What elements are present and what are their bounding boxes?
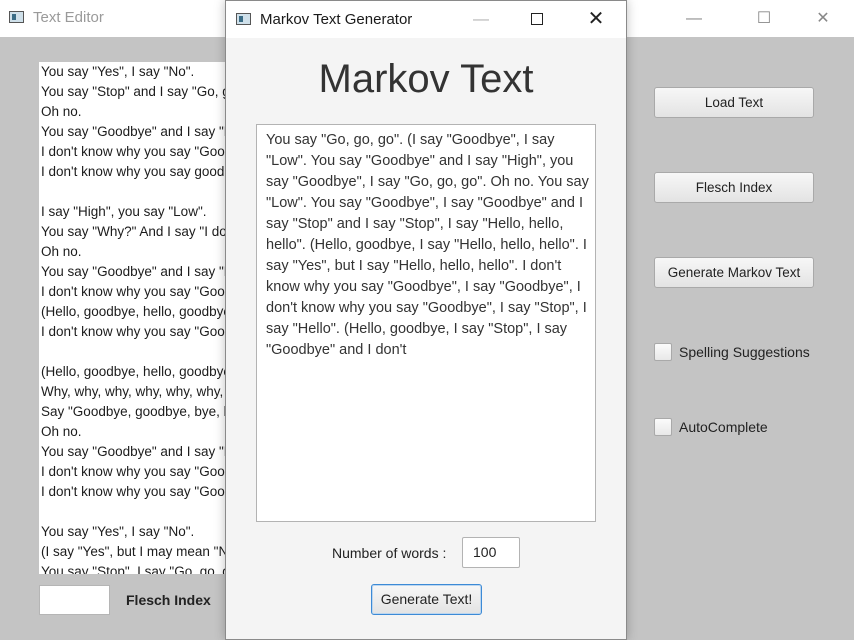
flesch-index-button[interactable]: Flesch Index: [654, 172, 814, 203]
document-line: (Hello, goodbye, hello, goodbye, hello): [41, 364, 239, 379]
generate-markov-button[interactable]: Generate Markov Text: [654, 257, 814, 288]
document-line: Oh no.: [41, 104, 82, 119]
spelling-checkbox-label: Spelling Suggestions: [679, 344, 810, 360]
app-icon: [9, 11, 24, 23]
dialog-app-icon: [236, 13, 251, 25]
autocomplete-checkbox-label: AutoComplete: [679, 419, 768, 435]
document-line: Why, why, why, why, why, why, do you say…: [41, 384, 239, 399]
dialog-heading: Markov Text: [318, 57, 534, 101]
document-line: You say "Yes", I say "No".: [41, 64, 195, 79]
document-line: (I say "Yes", but I may mean "No"): [41, 544, 239, 559]
dialog-maximize-button[interactable]: [514, 1, 560, 38]
document-line: You say "Goodbye" and I say "Hello, hell…: [41, 264, 239, 279]
document-line: You say "Goodbye" and I say "Hello, hell…: [41, 124, 239, 139]
word-count-input[interactable]: 100: [462, 537, 520, 568]
document-line: I don't know why you say goodbye, I say …: [41, 164, 239, 179]
document-line: Say "Goodbye, goodbye, bye, bye".: [41, 404, 239, 419]
flesch-score-field[interactable]: [39, 585, 110, 615]
flesch-score-label: Flesch Index: [126, 592, 211, 608]
generated-text: You say "Go, go, go". (I say "Goodbye", …: [266, 132, 589, 358]
document-line: You say "Yes", I say "No".: [41, 524, 195, 539]
document-line: I don't know why you say "Goodbye", I sa…: [41, 144, 239, 159]
markov-dialog: Markov Text Generator — ✕ Markov Text Yo…: [225, 0, 627, 640]
word-count-label: Number of words :: [332, 545, 447, 561]
maximize-icon: [531, 13, 543, 25]
main-minimize-button[interactable]: —: [671, 0, 717, 37]
dialog-titlebar: Markov Text Generator — ✕: [226, 1, 626, 38]
dialog-minimize-button[interactable]: —: [458, 1, 504, 38]
main-close-button[interactable]: ✕: [800, 0, 846, 37]
spelling-checkbox-box[interactable]: [654, 343, 672, 361]
document-line: You say "Goodbye" and I say "Hello, hell…: [41, 444, 239, 459]
document-line: Oh no.: [41, 424, 82, 439]
main-window-title: Text Editor: [33, 9, 104, 26]
document-line: You say "Why?" And I say "I don't know".: [41, 224, 239, 239]
dialog-title: Markov Text Generator: [260, 11, 413, 28]
document-line: You say "Stop", I say "Go, go, go".: [41, 564, 239, 574]
autocomplete-checkbox-box[interactable]: [654, 418, 672, 436]
load-text-button[interactable]: Load Text: [654, 87, 814, 118]
document-line: I don't know why you say "Goodbye", I sa…: [41, 284, 239, 299]
document-line: You say "Stop" and I say "Go, go, go".: [41, 84, 239, 99]
document-line: I don't know why you say "Goodbye", I sa…: [41, 484, 239, 499]
document-line: I say "High", you say "Low".: [41, 204, 207, 219]
document-line: Oh no.: [41, 244, 82, 259]
document-line: (Hello, goodbye, hello, goodbye, hello, …: [41, 304, 239, 319]
dialog-close-button[interactable]: ✕: [573, 1, 619, 38]
main-maximize-button[interactable]: ☐: [741, 0, 787, 37]
generated-text-area[interactable]: You say "Go, go, go". (I say "Goodbye", …: [256, 124, 596, 522]
document-text-area[interactable]: You say "Yes", I say "No". You say "Stop"…: [39, 62, 239, 574]
document-line: I don't know why you say "Goodbye", I sa…: [41, 464, 239, 479]
generate-text-button[interactable]: Generate Text!: [371, 584, 482, 615]
document-line: I don't know why you say "Goodbye", I sa…: [41, 324, 239, 339]
